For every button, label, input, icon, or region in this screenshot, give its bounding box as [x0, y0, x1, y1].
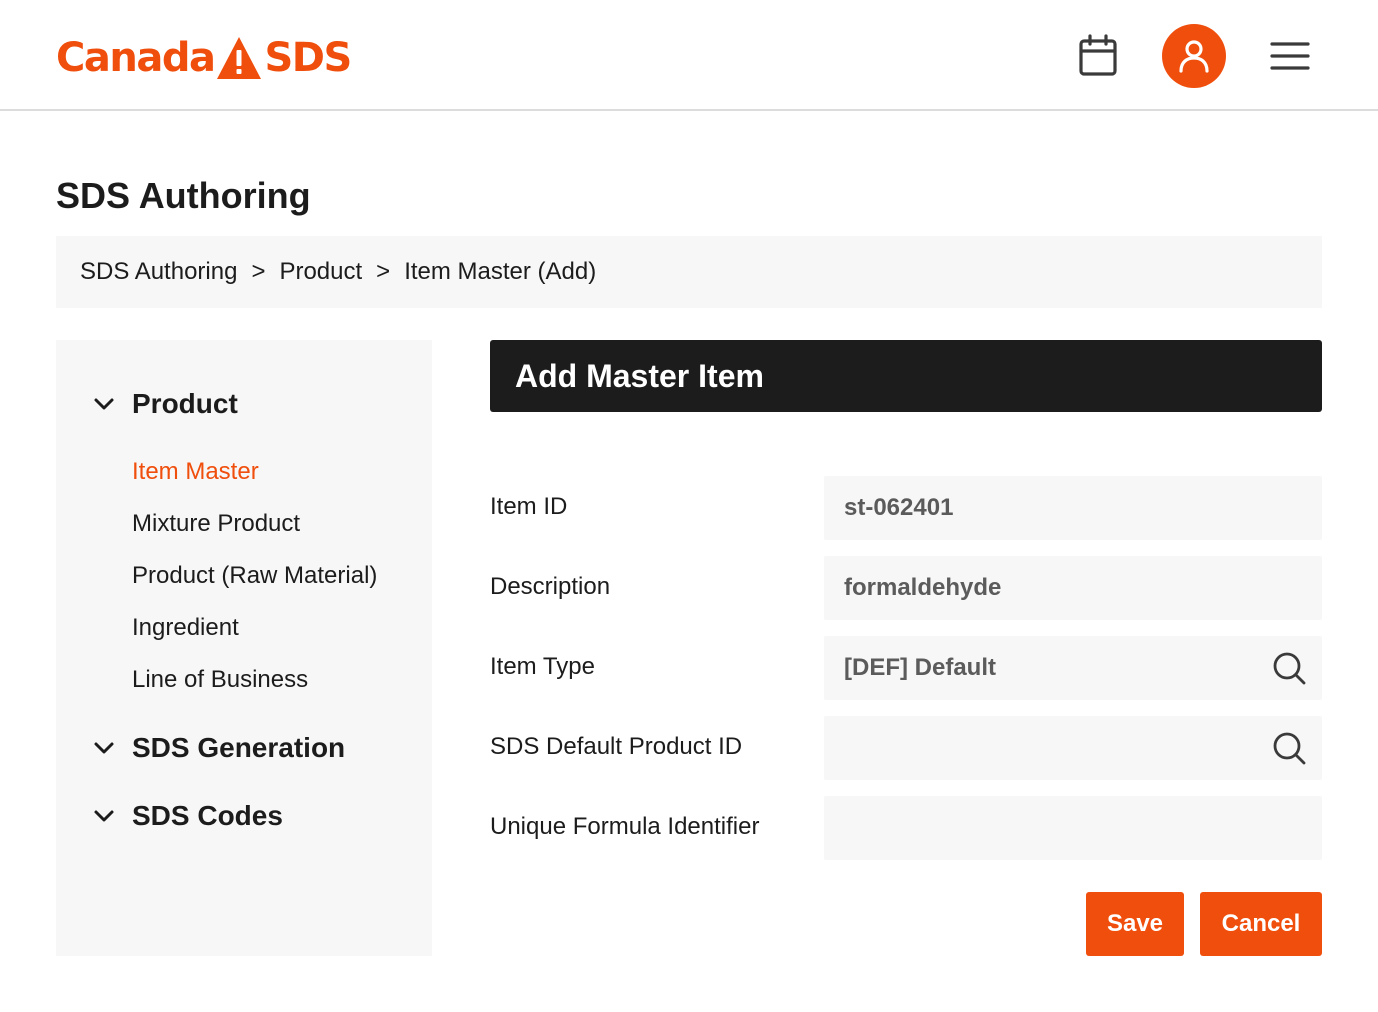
item-id-field[interactable]: st-062401	[824, 476, 1322, 540]
logo-text-canada: Canada	[56, 35, 216, 81]
canada-sds-logo[interactable]: Canada SDS	[56, 34, 352, 81]
top-header: Canada SDS	[0, 0, 1378, 111]
sidebar-group-label: Product	[132, 388, 238, 419]
sidebar-nav: Product Item Master Mixture Product Prod…	[56, 340, 432, 956]
item-type-value: [DEF] Default	[844, 654, 996, 681]
user-icon	[1179, 40, 1209, 73]
sidebar-item-item-master[interactable]: Item Master	[132, 458, 259, 486]
description-field[interactable]: formaldehyde	[824, 556, 1322, 620]
chevron-down-icon	[94, 742, 114, 754]
sidebar-group-sds-generation[interactable]: SDS Generation	[92, 732, 345, 764]
sidebar-item-mixture-product[interactable]: Mixture Product	[132, 510, 300, 538]
search-icon[interactable]	[1272, 731, 1306, 765]
hamburger-menu-icon[interactable]	[1270, 40, 1310, 72]
breadcrumb-separator: >	[376, 258, 391, 285]
sidebar-item-product-raw-material[interactable]: Product (Raw Material)	[132, 562, 377, 590]
item-id-label: Item ID	[490, 493, 568, 520]
sds-default-product-id-label: SDS Default Product ID	[490, 733, 743, 760]
cancel-button[interactable]: Cancel	[1200, 892, 1322, 956]
breadcrumb-item-current: Item Master (Add)	[404, 258, 597, 285]
unique-formula-identifier-field[interactable]	[824, 796, 1322, 860]
item-type-label: Item Type	[490, 653, 595, 680]
breadcrumb-item-sds-authoring[interactable]: SDS Authoring	[80, 258, 237, 286]
unique-formula-identifier-label: Unique Formula Identifier	[490, 813, 760, 840]
user-account-button[interactable]	[1162, 24, 1226, 88]
calendar-icon[interactable]	[1078, 34, 1118, 78]
chevron-down-icon	[94, 810, 114, 822]
sidebar-group-label: SDS Generation	[132, 732, 346, 763]
breadcrumb: SDS Authoring > Product > Item Master (A…	[56, 236, 1322, 308]
sidebar-item-ingredient[interactable]: Ingredient	[132, 614, 239, 642]
sidebar-group-product[interactable]: Product	[92, 388, 238, 420]
logo-text-sds: SDS	[264, 35, 352, 81]
item-id-value: st-062401	[844, 494, 954, 521]
description-value: formaldehyde	[844, 574, 1002, 601]
save-button[interactable]: Save	[1086, 892, 1184, 956]
form-title-bar: Add Master Item	[490, 340, 1322, 412]
form-title: Add Master Item	[515, 357, 764, 394]
warning-triangle-icon	[217, 37, 262, 79]
chevron-down-icon	[94, 398, 114, 410]
breadcrumb-item-product[interactable]: Product	[279, 258, 362, 286]
page-title: SDS Authoring	[56, 175, 311, 216]
sidebar-group-label: SDS Codes	[132, 800, 283, 831]
breadcrumb-separator: >	[251, 258, 266, 285]
search-icon[interactable]	[1272, 651, 1306, 685]
sds-default-product-id-field[interactable]	[824, 716, 1322, 780]
sidebar-item-line-of-business[interactable]: Line of Business	[132, 666, 308, 694]
description-label: Description	[490, 573, 611, 600]
item-type-field[interactable]: [DEF] Default	[824, 636, 1322, 700]
sidebar-group-sds-codes[interactable]: SDS Codes	[92, 800, 283, 832]
